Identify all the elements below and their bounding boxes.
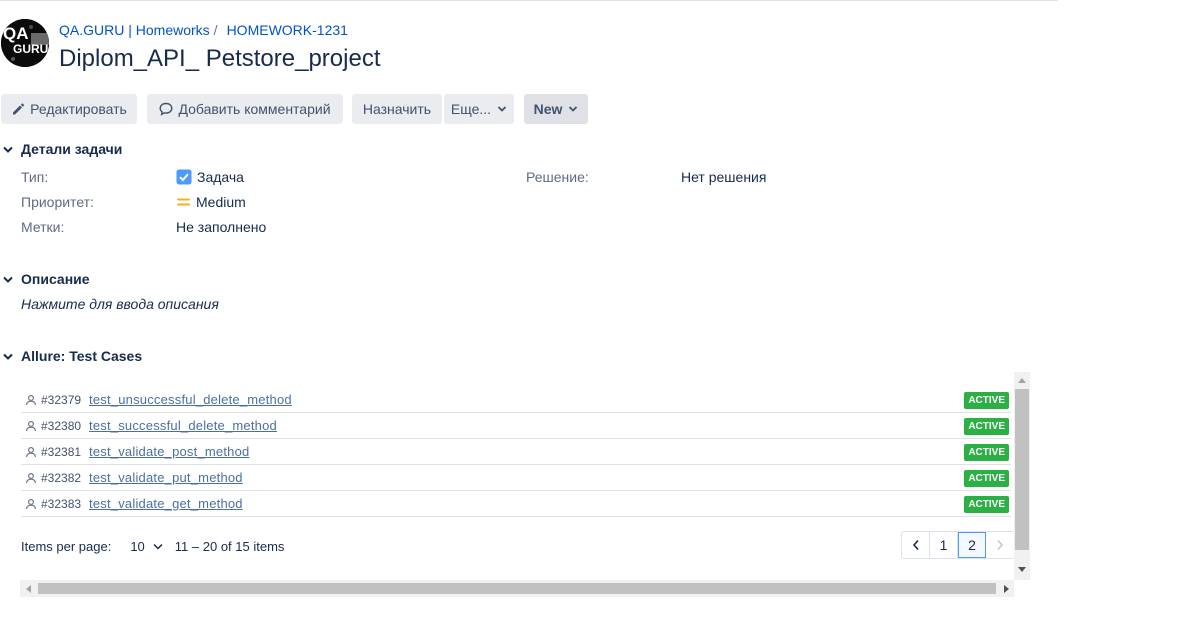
project-avatar[interactable]: QA GURU [1, 19, 49, 67]
test-case-id: #32379 [41, 392, 82, 407]
vertical-scroll-thumb[interactable] [1015, 389, 1029, 550]
edit-button-label: Редактировать [30, 101, 127, 117]
status-badge: ACTIVE [964, 496, 1009, 513]
horizontal-scroll-thumb[interactable] [38, 583, 996, 594]
more-actions-button[interactable]: Еще... [444, 94, 514, 124]
chevron-right-icon [997, 539, 1004, 551]
scroll-down-arrow-icon[interactable] [1014, 561, 1030, 577]
chevron-down-icon [153, 543, 163, 550]
details-heading: Детали задачи [21, 141, 123, 157]
items-per-page-value: 10 [130, 538, 145, 554]
next-page-button[interactable] [986, 532, 1014, 558]
status-badge: ACTIVE [964, 392, 1009, 409]
test-case-row: #32379 test_unsuccessful_delete_method A… [21, 387, 1011, 413]
description-heading: Описание [21, 271, 90, 287]
resolution-label: Решение: [526, 169, 589, 185]
test-case-row: #32381 test_validate_post_method ACTIVE [21, 439, 1011, 465]
details-section-toggle[interactable]: Детали задачи [2, 141, 122, 157]
test-case-id: #32381 [41, 444, 82, 459]
scroll-up-arrow-icon[interactable] [1014, 372, 1030, 388]
type-value-text: Задача [197, 169, 244, 185]
items-per-page-select[interactable]: 10 [130, 538, 163, 554]
user-icon [25, 472, 37, 484]
status-badge: ACTIVE [964, 470, 1009, 487]
type-value[interactable]: Задача [176, 169, 244, 185]
breadcrumb: QA.GURU | Homeworks / HOMEWORK-1231 [59, 22, 348, 38]
edit-button[interactable]: Редактировать [1, 94, 137, 124]
page-title[interactable]: Diplom_API_ Petstore_project [59, 45, 381, 73]
horizontal-scrollbar[interactable] [20, 580, 1014, 597]
items-range-text: 11 – 20 of 15 items [174, 538, 285, 554]
priority-medium-icon [176, 195, 191, 209]
chevron-down-icon [497, 106, 507, 112]
svg-text:GURU: GURU [13, 42, 48, 56]
priority-label: Приоритет: [21, 194, 94, 210]
status-badge: ACTIVE [964, 418, 1009, 435]
test-case-row: #32383 test_validate_get_method ACTIVE [21, 491, 1011, 517]
more-actions-label: Еще... [450, 101, 492, 117]
breadcrumb-project-link[interactable]: QA.GURU | Homeworks [59, 22, 210, 38]
items-per-page-label: Items per page: [21, 538, 112, 554]
items-per-page-bar: Items per page: 10 11 – 20 of 15 items [21, 537, 284, 555]
type-label: Тип: [21, 169, 49, 185]
test-case-id: #32383 [41, 496, 82, 511]
pencil-icon [13, 103, 25, 115]
user-icon [25, 420, 37, 432]
assign-label: Назначить [362, 101, 432, 117]
chevron-down-icon [569, 106, 578, 112]
workflow-status-button[interactable]: New [524, 94, 588, 124]
prev-page-button[interactable] [902, 532, 930, 558]
user-icon [25, 394, 37, 406]
test-case-row: #32380 test_successful_delete_method ACT… [21, 413, 1011, 439]
description-placeholder[interactable]: Нажмите для ввода описания [21, 296, 219, 312]
add-comment-button[interactable]: Добавить комментарий [147, 94, 343, 124]
test-case-link[interactable]: test_validate_put_method [89, 470, 243, 485]
chevron-down-icon [2, 143, 14, 155]
add-comment-label: Добавить комментарий [178, 101, 331, 117]
test-case-id: #32382 [41, 470, 82, 485]
test-case-link[interactable]: test_successful_delete_method [89, 418, 277, 433]
comment-icon [159, 102, 173, 116]
scroll-right-arrow-icon[interactable] [998, 580, 1014, 597]
test-case-link[interactable]: test_validate_post_method [89, 444, 249, 459]
chevron-down-icon [2, 350, 14, 362]
status-label: New [533, 101, 563, 117]
svg-text:QA: QA [3, 24, 29, 43]
test-case-link[interactable]: test_unsuccessful_delete_method [89, 392, 292, 407]
top-divider [0, 0, 1058, 1]
breadcrumb-issue-link[interactable]: HOMEWORK-1231 [227, 22, 348, 38]
test-case-id: #32380 [41, 418, 82, 433]
priority-value-text: Medium [196, 194, 246, 210]
chevron-left-icon [912, 539, 919, 551]
user-icon [25, 446, 37, 458]
test-case-row: #32382 test_validate_put_method ACTIVE [21, 465, 1011, 491]
page-button-2[interactable]: 2 [958, 532, 986, 558]
allure-section-toggle[interactable]: Allure: Test Cases [2, 348, 142, 364]
page-button-1[interactable]: 1 [930, 532, 958, 558]
status-badge: ACTIVE [964, 444, 1009, 461]
qa-guru-logo: QA GURU [1, 19, 49, 67]
allure-heading: Allure: Test Cases [21, 348, 143, 364]
user-icon [25, 498, 37, 510]
breadcrumb-separator: / [213, 22, 218, 38]
priority-value[interactable]: Medium [176, 194, 246, 210]
assign-button[interactable]: Назначить [352, 94, 442, 124]
test-case-link[interactable]: test_validate_get_method [89, 496, 243, 511]
task-checkbox-icon [176, 169, 192, 185]
labels-label: Метки: [21, 219, 65, 235]
vertical-scrollbar[interactable] [1014, 372, 1030, 580]
pagination: 1 2 [901, 531, 1015, 559]
scroll-left-arrow-icon[interactable] [20, 580, 36, 597]
chevron-down-icon [2, 273, 14, 285]
resolution-value: Нет решения [681, 169, 767, 185]
labels-value[interactable]: Не заполнено [176, 219, 266, 235]
description-section-toggle[interactable]: Описание [2, 271, 90, 287]
